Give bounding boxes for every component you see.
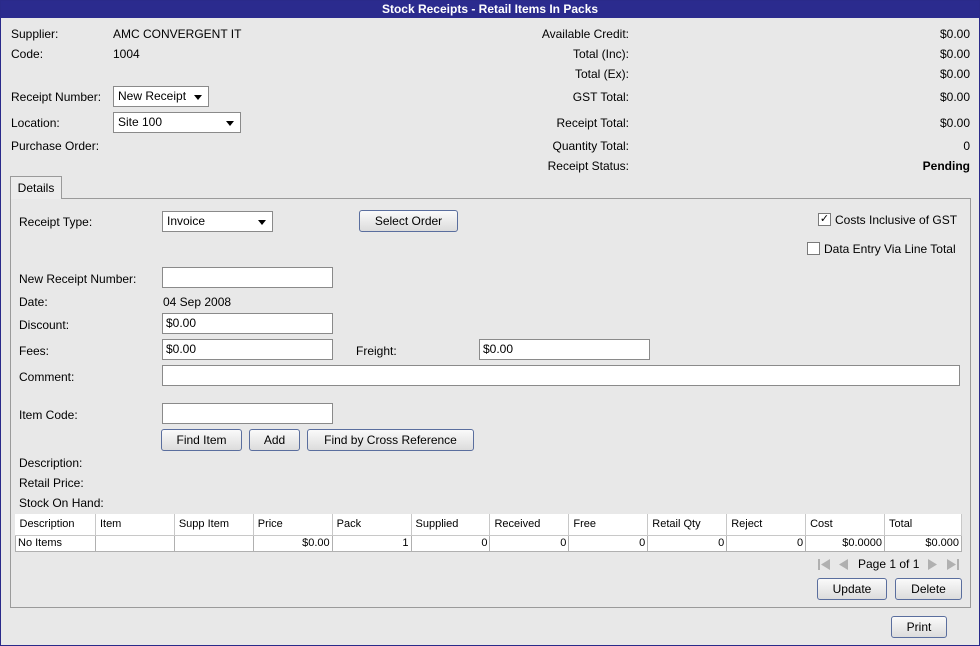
new-receipt-number-label: New Receipt Number:	[19, 272, 137, 286]
freight-input[interactable]: $0.00	[479, 339, 650, 360]
select-order-button[interactable]: Select Order	[359, 210, 458, 232]
location-selected: Site 100	[118, 115, 163, 129]
print-button[interactable]: Print	[891, 616, 947, 638]
receipt-number-selected: New Receipt	[118, 89, 187, 103]
freight-label: Freight:	[356, 344, 397, 358]
column-header[interactable]: Item	[95, 514, 175, 536]
table-cell: 0	[568, 534, 649, 552]
table-cell: $0.000	[884, 534, 962, 552]
chevron-down-icon	[226, 121, 234, 126]
find-cross-reference-button[interactable]: Find by Cross Reference	[307, 429, 474, 451]
column-header[interactable]: Description	[15, 514, 96, 536]
table-cell: $0.00	[252, 534, 333, 552]
tab-details[interactable]: Details	[10, 176, 62, 199]
prev-page-icon[interactable]	[839, 559, 848, 570]
table-cell: $0.0000	[805, 534, 886, 552]
receipt-type-select[interactable]: Invoice	[162, 211, 273, 232]
receipt-status-label: Receipt Status:	[547, 159, 629, 173]
page-indicator: Page 1 of 1	[858, 557, 920, 571]
stock-receipts-window: Stock Receipts - Retail Items In Packs S…	[0, 0, 980, 646]
table-cell: 0	[726, 534, 807, 552]
stock-on-hand-label: Stock On Hand:	[19, 496, 104, 510]
data-entry-line-total-label: Data Entry Via Line Total	[824, 242, 956, 256]
gst-total-value: $0.00	[939, 90, 970, 104]
date-label: Date:	[19, 295, 48, 309]
receipt-status-value: Pending	[922, 159, 970, 173]
table-cell: 0	[489, 534, 570, 552]
location-label: Location:	[11, 116, 60, 130]
receipt-type-selected: Invoice	[167, 214, 206, 228]
receipt-type-label: Receipt Type:	[19, 215, 93, 229]
supplier-value: AMC CONVERGENT IT	[113, 27, 242, 41]
table-cell: No Items	[15, 534, 96, 552]
first-page-icon[interactable]	[818, 559, 830, 570]
table-cell: 1	[331, 534, 412, 552]
column-header[interactable]: Received	[489, 514, 570, 536]
table-cell	[94, 534, 175, 552]
new-receipt-number-input[interactable]	[162, 267, 333, 288]
comment-input[interactable]	[162, 365, 960, 386]
table-cell	[173, 534, 254, 552]
fees-label: Fees:	[19, 344, 50, 358]
total-inc-label: Total (Inc):	[572, 47, 629, 61]
column-header[interactable]: Free	[568, 514, 649, 536]
total-ex-label: Total (Ex):	[574, 67, 629, 81]
total-inc-value: $0.00	[939, 47, 970, 61]
receipt-number-select[interactable]: New Receipt	[113, 86, 209, 107]
last-page-icon[interactable]	[947, 559, 959, 570]
costs-inclusive-gst-checkbox[interactable]: ✓	[818, 213, 831, 226]
column-header[interactable]: Price	[253, 514, 333, 536]
code-label: Code:	[11, 47, 44, 61]
chevron-down-icon	[258, 220, 266, 225]
column-header[interactable]: Supp Item	[174, 514, 254, 536]
pager-next-controls	[928, 559, 959, 570]
retail-price-label: Retail Price:	[19, 476, 84, 490]
item-code-label: Item Code:	[19, 408, 78, 422]
costs-inclusive-gst-label: Costs Inclusive of GST	[835, 213, 958, 227]
quantity-total-value: 0	[963, 139, 970, 153]
update-button[interactable]: Update	[817, 578, 887, 600]
available-credit-label: Available Credit:	[541, 27, 629, 41]
items-table: Description Item Supp Item Price Pack Su…	[15, 514, 962, 552]
pager-prev-controls	[818, 559, 848, 570]
discount-input[interactable]: $0.00	[162, 313, 333, 334]
column-header[interactable]: Cost	[805, 514, 886, 536]
discount-label: Discount:	[19, 318, 70, 332]
quantity-total-label: Quantity Total:	[552, 139, 630, 153]
supplier-label: Supplier:	[11, 27, 59, 41]
find-item-button[interactable]: Find Item	[161, 429, 242, 451]
delete-button[interactable]: Delete	[895, 578, 962, 600]
item-code-input[interactable]	[162, 403, 333, 424]
purchase-order-label: Purchase Order:	[11, 139, 100, 153]
table-row[interactable]: No Items $0.00 1 0 0 0 0 0 $0.0000 $0.00…	[15, 534, 962, 552]
total-ex-value: $0.00	[939, 67, 970, 81]
table-cell: 0	[647, 534, 728, 552]
receipt-total-label: Receipt Total:	[556, 116, 630, 130]
chevron-down-icon	[194, 95, 202, 100]
add-button[interactable]: Add	[249, 429, 300, 451]
location-select[interactable]: Site 100	[113, 112, 241, 133]
column-header[interactable]: Total	[884, 514, 962, 536]
description-label: Description:	[19, 456, 83, 470]
column-header[interactable]: Reject	[726, 514, 807, 536]
comment-label: Comment:	[19, 370, 75, 384]
table-header-row: Description Item Supp Item Price Pack Su…	[15, 514, 962, 536]
gst-total-label: GST Total:	[572, 90, 629, 104]
receipt-total-value: $0.00	[939, 116, 970, 130]
column-header[interactable]: Pack	[332, 514, 412, 536]
fees-input[interactable]: $0.00	[162, 339, 333, 360]
receipt-number-label: Receipt Number:	[11, 90, 102, 104]
data-entry-line-total-checkbox[interactable]	[807, 242, 820, 255]
column-header[interactable]: Retail Qty	[647, 514, 728, 536]
date-value: 04 Sep 2008	[163, 295, 232, 309]
next-page-icon[interactable]	[928, 559, 937, 570]
window-title: Stock Receipts - Retail Items In Packs	[1, 1, 979, 18]
available-credit-value: $0.00	[939, 27, 970, 41]
code-value: 1004	[113, 47, 140, 61]
column-header[interactable]: Supplied	[411, 514, 491, 536]
table-cell: 0	[410, 534, 491, 552]
